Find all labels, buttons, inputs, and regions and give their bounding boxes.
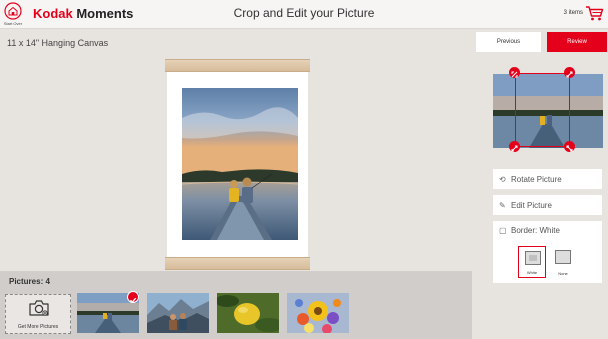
previous-button[interactable]: Previous xyxy=(476,32,541,52)
review-button[interactable]: Review xyxy=(547,32,607,52)
border-swatch-white xyxy=(525,251,541,265)
rotate-icon: ⟲ xyxy=(499,174,506,184)
home-icon xyxy=(4,2,22,20)
cart-count[interactable]: 3 items xyxy=(564,10,583,16)
rotate-picture-label: Rotate Picture xyxy=(511,174,562,184)
header-bar: Start Over Kodak Moments Crop and Edit y… xyxy=(0,0,608,29)
pictures-strip: Pictures: 4 Get More Pictures xyxy=(0,271,472,339)
thumb-flowers[interactable] xyxy=(287,293,349,333)
border-options-panel: ▢ Border: White White None xyxy=(493,221,602,283)
border-label-text: Border: White xyxy=(511,226,560,235)
thumb-lemon[interactable] xyxy=(217,293,279,333)
canvas-preview xyxy=(165,59,310,270)
canvas-photo[interactable] xyxy=(182,88,298,240)
resize-arrow-icon xyxy=(511,71,518,78)
selected-check-icon xyxy=(127,291,139,303)
brand-moments: Moments xyxy=(72,6,134,21)
crop-frame[interactable] xyxy=(515,73,570,147)
crop-handle-top-left[interactable] xyxy=(509,67,520,78)
border-icon: ▢ xyxy=(499,226,507,235)
crop-handle-bottom-right[interactable] xyxy=(564,141,575,152)
border-option-none[interactable]: None xyxy=(549,246,577,278)
get-more-pictures-label: Get More Pictures xyxy=(17,324,59,330)
edit-picture-label: Edit Picture xyxy=(511,200,552,210)
rotate-picture-button[interactable]: ⟲ Rotate Picture xyxy=(493,169,602,189)
border-option-white-label: White xyxy=(526,270,538,275)
get-more-pictures-button[interactable]: Get More Pictures xyxy=(5,294,71,334)
border-swatch-none xyxy=(555,250,571,264)
resize-arrow-icon xyxy=(511,145,518,152)
cart-icon[interactable] xyxy=(585,5,604,22)
hanger-bar-top xyxy=(165,59,310,72)
resize-arrow-icon xyxy=(566,71,573,78)
thumb-mountain-people[interactable] xyxy=(147,293,209,333)
canvas-border xyxy=(167,72,308,257)
hanger-bar-bottom xyxy=(165,257,310,270)
start-over-button[interactable]: Start Over xyxy=(3,2,23,28)
border-option-white[interactable]: White xyxy=(518,246,546,278)
resize-arrow-icon xyxy=(566,145,573,152)
brand-kodak: Kodak xyxy=(33,6,73,21)
pictures-count-label: Pictures: 4 xyxy=(9,277,50,286)
crop-handle-top-right[interactable] xyxy=(564,67,575,78)
camera-icon xyxy=(29,300,49,316)
edit-picture-button[interactable]: ✎ Edit Picture xyxy=(493,195,602,215)
brand-logo: Kodak Moments xyxy=(33,6,133,21)
product-title: 11 x 14" Hanging Canvas xyxy=(7,38,109,48)
border-label: ▢ Border: White xyxy=(499,226,560,235)
start-over-label: Start Over xyxy=(3,21,23,26)
crop-handle-bottom-left[interactable] xyxy=(509,141,520,152)
border-option-none-label: None xyxy=(558,271,568,276)
edit-icon: ✎ xyxy=(499,200,506,210)
